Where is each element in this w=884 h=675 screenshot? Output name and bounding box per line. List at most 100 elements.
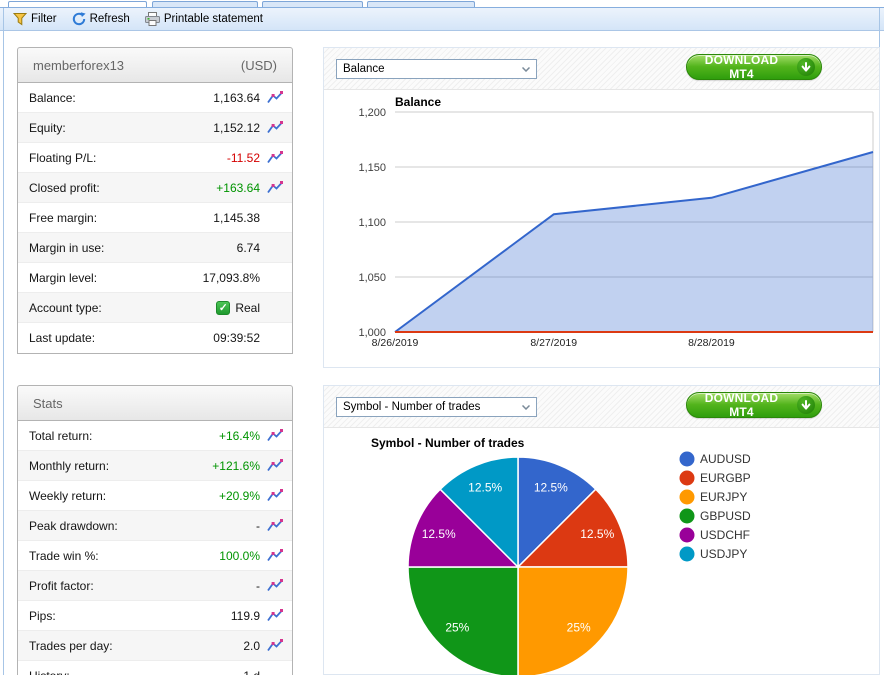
- svg-text:Symbol - Number of trades: Symbol - Number of trades: [371, 436, 525, 450]
- row-value: 1 d: [243, 669, 260, 675]
- row-label: Peak drawdown:: [29, 519, 256, 533]
- toolbar: Filter Refresh Printable statement: [0, 7, 884, 31]
- mini-chart-icon[interactable]: [266, 429, 284, 443]
- table-row: Pips:119.9: [18, 601, 292, 631]
- row-label: Trade win %:: [29, 549, 219, 563]
- download-mt4-label: DOWNLOAD MT4: [693, 53, 790, 81]
- legend-dot-audusd: [680, 452, 695, 467]
- table-row: Floating P/L:-11.52: [18, 143, 292, 173]
- icon-spacer: [266, 669, 284, 675]
- svg-text:12.5%: 12.5%: [580, 527, 614, 541]
- stats-title: Stats: [33, 396, 63, 411]
- page-left-border: [3, 8, 4, 675]
- tab-strip: [0, 0, 884, 7]
- download-arrow-icon: [797, 58, 815, 76]
- row-value: -: [256, 579, 260, 593]
- pie-control-bar: Symbol - Number of trades DOWNLOAD MT4: [324, 386, 879, 428]
- row-value: ✓Real: [216, 301, 260, 315]
- legend-label: USDCHF: [700, 528, 750, 542]
- svg-text:1,200: 1,200: [358, 107, 386, 119]
- row-value: 1,145.38: [213, 211, 260, 225]
- download-mt4-button[interactable]: DOWNLOAD MT4: [686, 392, 822, 418]
- row-value: 17,093.8%: [203, 271, 260, 285]
- stats-panel: Stats Total return:+16.4%Monthly return:…: [17, 385, 293, 675]
- row-value: +20.9%: [219, 489, 260, 503]
- svg-text:8/28/2019: 8/28/2019: [688, 337, 735, 349]
- mini-chart-icon[interactable]: [266, 151, 284, 165]
- legend-dot-usdchf: [680, 528, 695, 543]
- row-value: 1,152.12: [213, 121, 260, 135]
- row-label: Free margin:: [29, 211, 213, 225]
- table-row: Margin in use:6.74: [18, 233, 292, 263]
- row-label: History:: [29, 669, 243, 675]
- table-row: Trades per day:2.0: [18, 631, 292, 661]
- icon-spacer: [266, 271, 284, 285]
- account-panel-header: memberforex13 (USD): [17, 47, 293, 83]
- row-value: +121.6%: [212, 459, 260, 473]
- refresh-icon: [72, 12, 86, 26]
- balance-chart-type-select[interactable]: Balance: [336, 59, 537, 79]
- mini-chart-icon[interactable]: [266, 489, 284, 503]
- svg-text:12.5%: 12.5%: [468, 481, 502, 495]
- svg-text:1,150: 1,150: [358, 162, 386, 174]
- row-value: 1,163.64: [213, 91, 260, 105]
- legend-label: EURGBP: [700, 471, 751, 485]
- table-row: Account type:✓Real: [18, 293, 292, 323]
- row-value: 100.0%: [219, 549, 260, 563]
- legend-dot-usdjpy: [680, 547, 695, 562]
- mini-chart-icon[interactable]: [266, 519, 284, 533]
- pie-chart-type-select[interactable]: Symbol - Number of trades: [336, 397, 537, 417]
- filter-button[interactable]: Filter: [13, 12, 57, 26]
- table-row: Last update:09:39:52: [18, 323, 292, 353]
- row-label: Last update:: [29, 331, 213, 345]
- row-label: Weekly return:: [29, 489, 219, 503]
- icon-spacer: [266, 331, 284, 345]
- mini-chart-icon[interactable]: [266, 459, 284, 473]
- row-label: Balance:: [29, 91, 213, 105]
- balance-control-bar: Balance DOWNLOAD MT4: [324, 48, 879, 90]
- icon-spacer: [266, 241, 284, 255]
- filter-label: Filter: [31, 13, 57, 25]
- table-row: Free margin:1,145.38: [18, 203, 292, 233]
- table-row: Weekly return:+20.9%: [18, 481, 292, 511]
- printable-statement-button[interactable]: Printable statement: [145, 12, 263, 26]
- refresh-label: Refresh: [90, 13, 130, 25]
- download-mt4-label: DOWNLOAD MT4: [693, 391, 790, 419]
- select-value: Symbol - Number of trades: [343, 401, 480, 413]
- refresh-button[interactable]: Refresh: [72, 12, 130, 26]
- table-row: Margin level:17,093.8%: [18, 263, 292, 293]
- download-arrow-icon: [797, 396, 815, 414]
- row-label: Monthly return:: [29, 459, 212, 473]
- table-row: Peak drawdown:-: [18, 511, 292, 541]
- mini-chart-icon[interactable]: [266, 549, 284, 563]
- mini-chart-icon[interactable]: [266, 121, 284, 135]
- mini-chart-icon[interactable]: [266, 609, 284, 623]
- mini-chart-icon[interactable]: [266, 181, 284, 195]
- mini-chart-icon[interactable]: [266, 579, 284, 593]
- row-value: -11.52: [227, 151, 260, 165]
- row-value: +163.64: [216, 181, 260, 195]
- stats-panel-header: Stats: [17, 385, 293, 421]
- svg-text:25%: 25%: [445, 621, 469, 635]
- download-mt4-button[interactable]: DOWNLOAD MT4: [686, 54, 822, 80]
- icon-spacer: [266, 211, 284, 225]
- row-value: 119.9: [231, 609, 260, 623]
- mini-chart-icon[interactable]: [266, 91, 284, 105]
- table-row: Trade win %:100.0%: [18, 541, 292, 571]
- printable-statement-label: Printable statement: [164, 13, 263, 25]
- table-row: Profit factor:-: [18, 571, 292, 601]
- account-currency: (USD): [241, 58, 277, 73]
- row-value: 2.0: [243, 639, 260, 653]
- legend-label: EURJPY: [700, 490, 747, 504]
- select-value: Balance: [343, 63, 385, 75]
- table-row: Total return:+16.4%: [18, 421, 292, 451]
- table-row: Monthly return:+121.6%: [18, 451, 292, 481]
- row-label: Margin level:: [29, 271, 203, 285]
- row-label: Floating P/L:: [29, 151, 227, 165]
- table-row: Balance:1,163.64: [18, 83, 292, 113]
- table-row: Equity:1,152.12: [18, 113, 292, 143]
- svg-text:25%: 25%: [567, 621, 591, 635]
- row-label: Profit factor:: [29, 579, 256, 593]
- filter-icon: [13, 12, 27, 26]
- mini-chart-icon[interactable]: [266, 639, 284, 653]
